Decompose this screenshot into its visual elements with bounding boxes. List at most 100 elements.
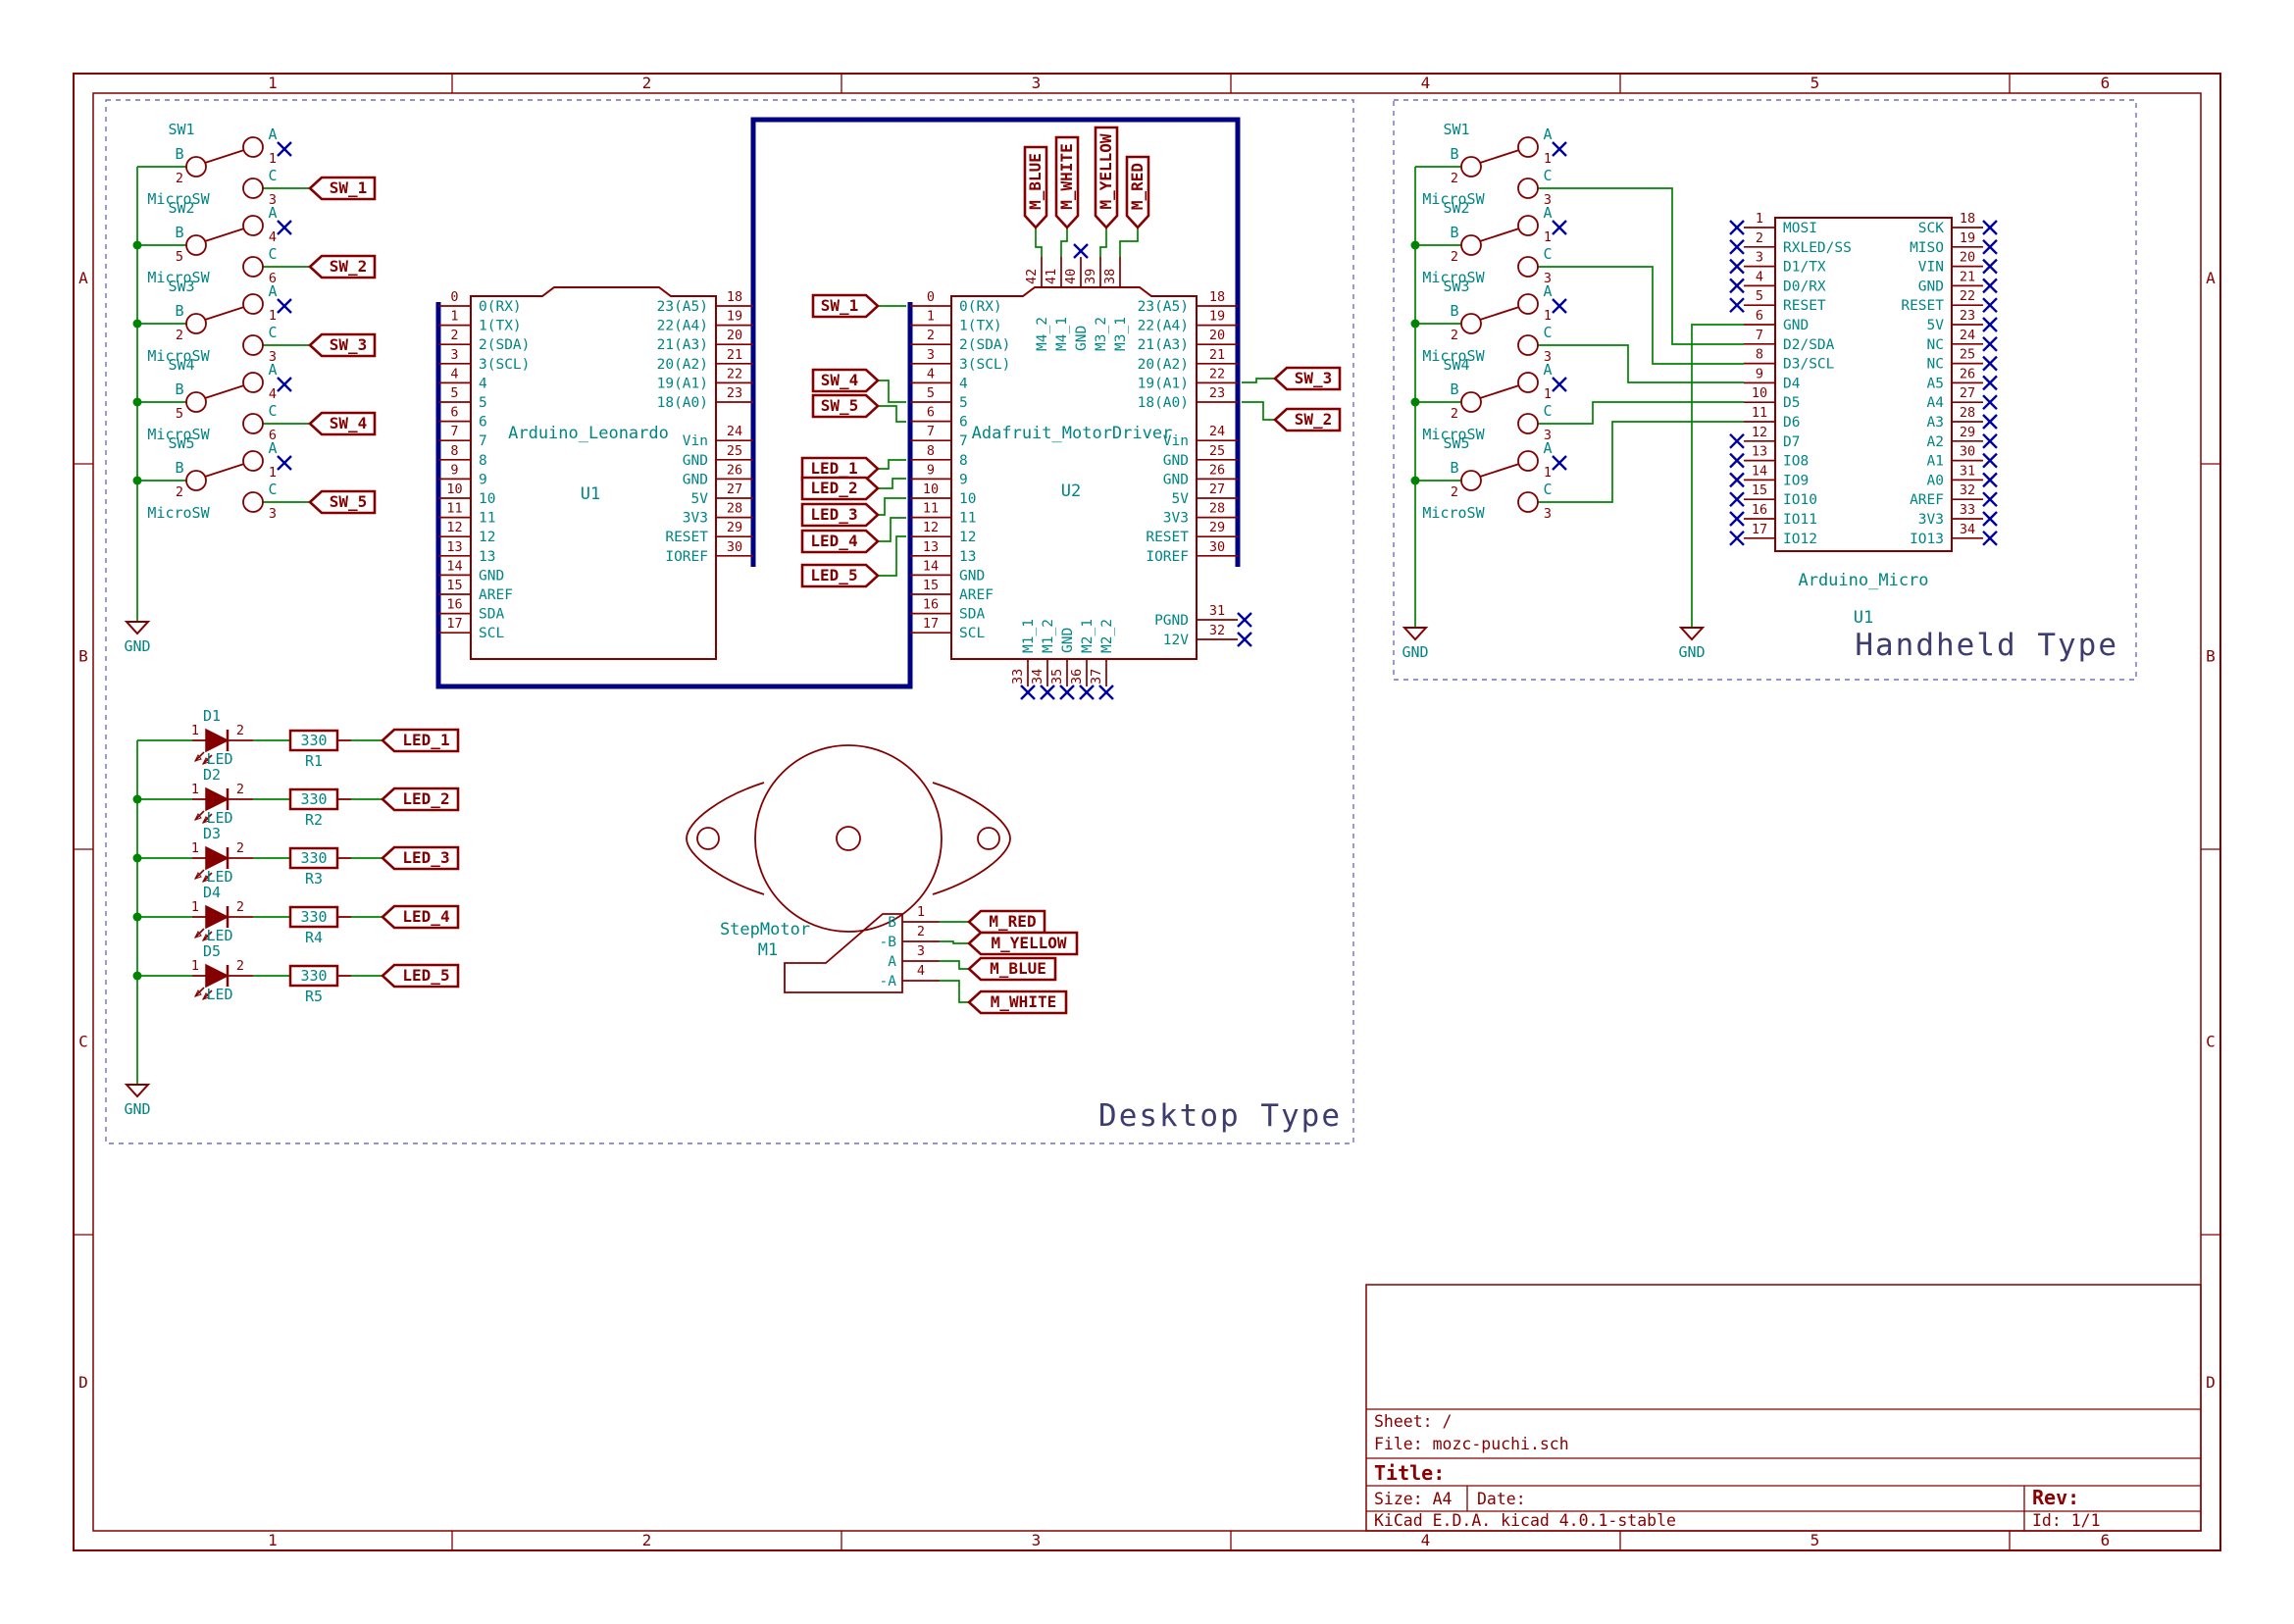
global-label-M_YELLOW[interactable]: M_YELLOW bbox=[969, 933, 1077, 954]
led-row-D5[interactable]: 12D5LED330R5 bbox=[191, 942, 351, 1005]
switch-desktop-switches-SW1[interactable]: SW1MicroSWB2A1C3 bbox=[147, 121, 291, 208]
global-label-M_WHITE[interactable]: M_WHITE bbox=[1056, 137, 1078, 228]
led-row-D1[interactable]: 12D1LED330R1 bbox=[191, 707, 351, 770]
global-label-LED_3[interactable]: LED_3 bbox=[802, 504, 878, 526]
led-row-D4[interactable]: 12D4LED330R4 bbox=[191, 884, 351, 946]
switch-pin-c-name: C bbox=[1543, 402, 1552, 420]
pin-name: 21(A3) bbox=[1138, 337, 1189, 353]
pin-number: 15 bbox=[1752, 482, 1767, 498]
wire[interactable] bbox=[1242, 379, 1275, 382]
switch-handheld-switches-SW1[interactable]: SW1MicroSWB2A1C3 bbox=[1422, 121, 1566, 208]
wire[interactable] bbox=[1538, 267, 1744, 364]
global-label-SW_3[interactable]: SW_3 bbox=[310, 334, 375, 356]
global-label-LED_2[interactable]: LED_2 bbox=[382, 788, 458, 810]
switch-pin-a-circle bbox=[243, 451, 263, 471]
pin-number: 19 bbox=[1960, 230, 1975, 246]
switch-desktop-switches-SW3[interactable]: SW3MicroSWB2A1C3 bbox=[147, 278, 291, 365]
gnd-symbol[interactable]: GND bbox=[1678, 628, 1705, 661]
pin-number: 34 bbox=[1030, 669, 1045, 685]
switch-pin-a-num: 1 bbox=[1544, 386, 1552, 402]
led-row-D3[interactable]: 12D3LED330R3 bbox=[191, 825, 351, 888]
global-label-LED_4[interactable]: LED_4 bbox=[382, 906, 458, 928]
global-label-M_RED[interactable]: M_RED bbox=[1127, 157, 1148, 228]
component-U1-desktop[interactable]: Arduino_LeonardoU100(RX)11(TX)22(SDA)33(… bbox=[438, 287, 753, 659]
global-label-LED_2[interactable]: LED_2 bbox=[802, 478, 878, 499]
ic-ref: U1 bbox=[1854, 608, 1873, 628]
pin-name: 13 bbox=[479, 549, 495, 565]
pin-number: 2 bbox=[917, 924, 925, 939]
gnd-symbol[interactable]: GND bbox=[124, 1085, 150, 1118]
wire[interactable] bbox=[1242, 402, 1275, 420]
switch-pin-c-num: 3 bbox=[1544, 506, 1552, 522]
wire[interactable] bbox=[940, 961, 969, 969]
switch-pin-a-name: A bbox=[268, 126, 277, 143]
global-label-LED_5[interactable]: LED_5 bbox=[382, 965, 458, 987]
wire[interactable] bbox=[1100, 228, 1106, 257]
wire[interactable] bbox=[878, 536, 906, 576]
wire[interactable] bbox=[1120, 228, 1138, 257]
led-triangle bbox=[206, 965, 228, 987]
pin-name: 21(A3) bbox=[657, 337, 708, 353]
led-row-D2[interactable]: 12D2LED330R2 bbox=[191, 766, 351, 829]
global-label-LED_3[interactable]: LED_3 bbox=[382, 847, 458, 869]
global-label-M_YELLOW[interactable]: M_YELLOW bbox=[1096, 127, 1117, 228]
switch-pin-a-name: A bbox=[1543, 204, 1552, 222]
kicad-schematic-canvas[interactable]: 112233445566AABBCCDDSheet: /File: mozc-p… bbox=[0, 0, 2294, 1624]
global-label-M_BLUE[interactable]: M_BLUE bbox=[969, 958, 1055, 980]
global-label-SW_4[interactable]: SW_4 bbox=[310, 413, 375, 434]
global-label-SW_2[interactable]: SW_2 bbox=[310, 256, 375, 278]
global-label-SW_1[interactable]: SW_1 bbox=[813, 295, 878, 317]
ic-ref: U2 bbox=[1061, 482, 1081, 501]
wire[interactable] bbox=[940, 941, 969, 943]
resistor-ref: R3 bbox=[305, 870, 323, 888]
pin-number: 21 bbox=[1209, 347, 1225, 363]
global-label-SW_1[interactable]: SW_1 bbox=[310, 178, 375, 199]
component-stepmotor-M1[interactable]: B1-B2A3-A4StepMotorM1 bbox=[687, 745, 1010, 992]
switch-desktop-switches-SW5[interactable]: SW5MicroSWB2A1C3 bbox=[147, 434, 291, 522]
wire[interactable] bbox=[878, 381, 906, 402]
wire[interactable] bbox=[1692, 325, 1744, 628]
wire[interactable] bbox=[878, 498, 906, 515]
gnd-symbol[interactable]: GND bbox=[124, 622, 150, 655]
switch-desktop-switches-SW2[interactable]: SW2MicroSWB5A4C6 bbox=[147, 199, 291, 286]
global-label-LED_4[interactable]: LED_4 bbox=[802, 531, 878, 552]
global-label-SW_3[interactable]: SW_3 bbox=[1275, 368, 1340, 389]
pin-number: 29 bbox=[727, 520, 742, 535]
global-label-text: SW_3 bbox=[1295, 369, 1333, 387]
wire[interactable] bbox=[878, 518, 906, 541]
switch-lever bbox=[205, 464, 244, 477]
wire[interactable] bbox=[1036, 228, 1042, 257]
component-U2-desktop[interactable]: Adafruit_MotorDriverU200(RX)11(TX)22(SDA… bbox=[910, 244, 1251, 699]
switch-handheld-switches-SW3[interactable]: SW3MicroSWB2A1C3 bbox=[1422, 278, 1566, 365]
switch-handheld-switches-SW5[interactable]: SW5MicroSWB2A1C3 bbox=[1422, 434, 1566, 522]
global-label-M_WHITE[interactable]: M_WHITE bbox=[969, 991, 1066, 1013]
gnd-symbol[interactable]: GND bbox=[1402, 628, 1428, 661]
switch-handheld-switches-SW2[interactable]: SW2MicroSWB2A1C3 bbox=[1422, 199, 1566, 286]
wire[interactable] bbox=[1538, 402, 1744, 424]
switch-handheld-switches-SW4[interactable]: SW4MicroSWB2A1C3 bbox=[1422, 356, 1566, 443]
global-label-LED_5[interactable]: LED_5 bbox=[802, 565, 878, 586]
global-label-LED_1[interactable]: LED_1 bbox=[382, 730, 458, 751]
component-U1-handheld[interactable]: Arduino_MicroU11MOSI2RXLED/SS3D1/TX4D0/R… bbox=[1730, 211, 1997, 628]
global-label-SW_5[interactable]: SW_5 bbox=[813, 395, 878, 417]
pin-name: A3 bbox=[1927, 415, 1944, 431]
wire[interactable] bbox=[1538, 422, 1744, 502]
global-label-SW_4[interactable]: SW_4 bbox=[813, 370, 878, 391]
wire[interactable] bbox=[878, 406, 906, 422]
pin-name: 12 bbox=[479, 530, 495, 545]
switch-pin-a-circle bbox=[243, 216, 263, 235]
switch-desktop-switches-SW4[interactable]: SW4MicroSWB5A4C6 bbox=[147, 356, 291, 443]
pin-number: 14 bbox=[923, 558, 939, 574]
wire[interactable] bbox=[1061, 228, 1067, 257]
global-label-SW_2[interactable]: SW_2 bbox=[1275, 409, 1340, 431]
wire[interactable] bbox=[940, 981, 969, 1002]
global-label-SW_5[interactable]: SW_5 bbox=[310, 491, 375, 513]
pin-name: 6 bbox=[959, 415, 968, 431]
wire[interactable] bbox=[878, 460, 906, 469]
pin-number: 17 bbox=[1752, 522, 1767, 537]
global-label-M_BLUE[interactable]: M_BLUE bbox=[1025, 147, 1046, 228]
global-label-M_RED[interactable]: M_RED bbox=[969, 911, 1045, 933]
zone-row-label: B bbox=[78, 647, 88, 666]
wire[interactable] bbox=[878, 479, 906, 488]
pin-name: 18(A0) bbox=[1138, 395, 1189, 411]
